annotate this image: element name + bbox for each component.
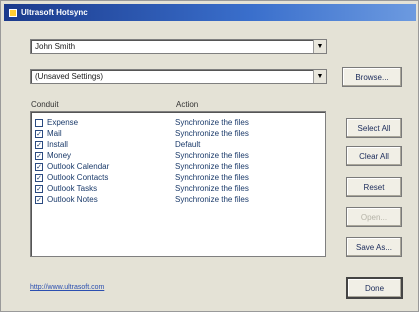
conduit-name: Outlook Calendar	[47, 162, 110, 171]
checkbox-outlook-tasks[interactable]: ✓	[35, 185, 43, 193]
list-item[interactable]: ✓ Outlook Calendar Synchronize the files	[31, 162, 325, 173]
list-item[interactable]: ✓ Mail Synchronize the files	[31, 129, 325, 140]
checkbox-outlook-contacts[interactable]: ✓	[35, 174, 43, 182]
checkbox-outlook-notes[interactable]: ✓	[35, 196, 43, 204]
hotsync-dialog: Ultrasoft Hotsync John Smith ▼ (Unsaved …	[0, 0, 419, 312]
checkbox-mail[interactable]: ✓	[35, 130, 43, 138]
conduit-action: Synchronize the files	[175, 173, 249, 182]
conduit-name: Outlook Contacts	[47, 173, 109, 182]
column-header-conduit: Conduit	[31, 100, 59, 109]
conduit-name: Outlook Tasks	[47, 184, 98, 193]
conduit-action: Synchronize the files	[175, 162, 249, 171]
list-item[interactable]: ✓ Outlook Notes Synchronize the files	[31, 195, 325, 206]
conduit-action: Synchronize the files	[175, 195, 249, 204]
conduit-name: Install	[47, 140, 68, 149]
conduit-name: Expense	[47, 118, 79, 127]
checkbox-money[interactable]: ✓	[35, 152, 43, 160]
checkbox-outlook-calendar[interactable]: ✓	[35, 163, 43, 171]
save-as-button[interactable]: Save As...	[346, 237, 402, 257]
select-all-button[interactable]: Select All	[346, 118, 402, 138]
list-item[interactable]: ✓ Install Default	[31, 140, 325, 151]
list-item[interactable]: ✓ Outlook Contacts Synchronize the files	[31, 173, 325, 184]
list-item[interactable]: ✓ Money Synchronize the files	[31, 151, 325, 162]
website-link[interactable]: http://www.ultrasoft.com	[30, 284, 104, 291]
conduit-action: Synchronize the files	[175, 184, 249, 193]
conduit-action: Synchronize the files	[175, 118, 249, 127]
chevron-down-icon[interactable]: ▼	[313, 40, 326, 53]
conduit-list[interactable]: Expense Synchronize the files ✓ Mail Syn…	[30, 111, 326, 257]
conduit-action: Synchronize the files	[175, 129, 249, 138]
reset-button[interactable]: Reset	[346, 177, 402, 197]
list-item[interactable]: Expense Synchronize the files	[31, 118, 325, 129]
conduit-name: Mail	[47, 129, 62, 138]
app-icon	[9, 8, 17, 17]
list-item[interactable]: ✓ Outlook Tasks Synchronize the files	[31, 184, 325, 195]
checkbox-install[interactable]: ✓	[35, 141, 43, 149]
open-button: Open...	[346, 207, 402, 227]
conduit-name: Money	[47, 151, 72, 160]
conduit-name: Outlook Notes	[47, 195, 98, 204]
checkbox-expense[interactable]	[35, 119, 43, 127]
clear-all-button[interactable]: Clear All	[346, 146, 402, 166]
conduit-action: Synchronize the files	[175, 151, 249, 160]
chevron-down-icon[interactable]: ▼	[313, 70, 326, 83]
done-button[interactable]: Done	[346, 277, 403, 299]
title-bar[interactable]: Ultrasoft Hotsync	[4, 4, 416, 21]
settings-dropdown[interactable]: (Unsaved Settings) ▼	[30, 69, 327, 84]
window-title: Ultrasoft Hotsync	[21, 8, 88, 17]
column-header-action: Action	[176, 100, 199, 109]
user-dropdown-value: John Smith	[35, 42, 76, 51]
settings-dropdown-value: (Unsaved Settings)	[35, 72, 104, 81]
user-dropdown[interactable]: John Smith ▼	[30, 39, 327, 54]
conduit-action: Default	[175, 140, 201, 149]
browse-button[interactable]: Browse...	[342, 67, 402, 87]
